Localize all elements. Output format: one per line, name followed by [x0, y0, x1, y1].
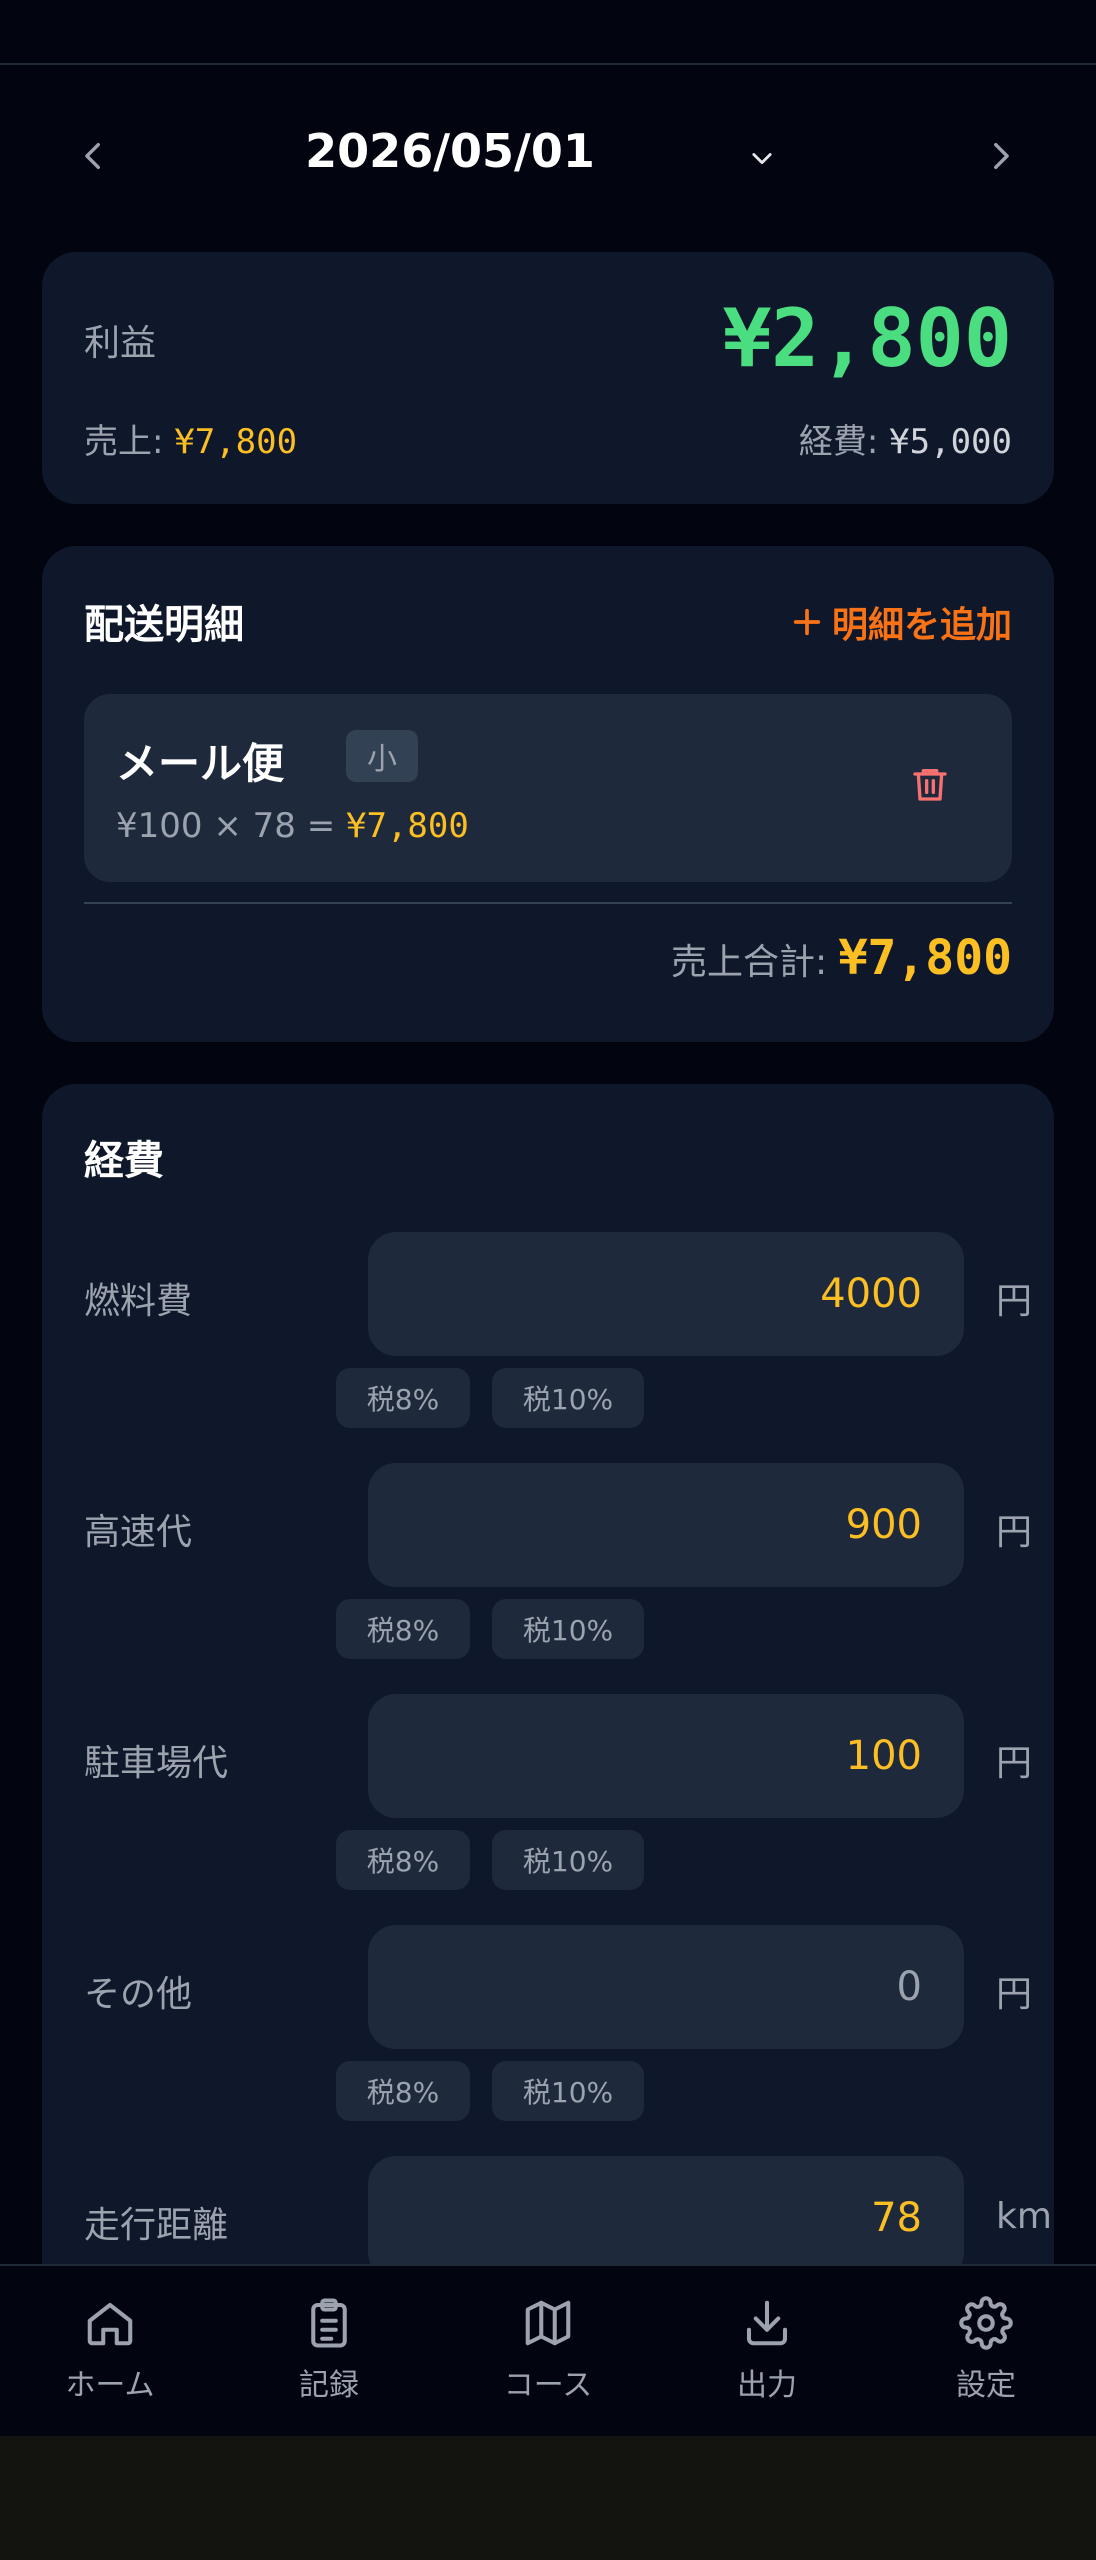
expense-label: その他 — [84, 1974, 193, 2015]
tax8-chip[interactable]: 税8% — [336, 1368, 470, 1428]
date-picker-toggle[interactable] — [736, 132, 788, 184]
tax8-chip[interactable]: 税8% — [336, 1830, 470, 1890]
profit-summary-card: 利益 ¥2,800 売上: ¥7,800 経費: ¥5,000 — [42, 252, 1054, 504]
chevron-left-icon — [85, 142, 100, 170]
tax10-chip[interactable]: 税10% — [492, 1830, 644, 1890]
profit-value: ¥2,800 — [723, 292, 1012, 385]
item-formula: ¥100 × 78 = — [116, 806, 346, 846]
divider — [84, 902, 1012, 904]
expense-value: ¥5,000 — [889, 422, 1012, 462]
profit-label: 利益 — [84, 323, 157, 364]
delivery-item: メール便 小 ¥100 × 78 = ¥7,800 — [84, 694, 1012, 882]
tax10-chip[interactable]: 税10% — [492, 1368, 644, 1428]
item-name: メール便 — [116, 739, 285, 788]
system-bar — [0, 2436, 1096, 2560]
add-item-label: 明細を追加 — [831, 605, 1012, 646]
expenses-title: 経費 — [84, 1138, 164, 1184]
nav-home[interactable]: ホーム — [20, 2296, 200, 2404]
expense-label: 走行距離 — [84, 2205, 229, 2246]
sales-label: 売上: — [84, 422, 175, 462]
unit-label: 円 — [996, 1743, 1033, 1784]
clipboard-icon — [311, 2298, 347, 2348]
tax8-chip[interactable]: 税8% — [336, 1599, 470, 1659]
date-navigator: 2026/05/01 — [0, 100, 1096, 212]
nav-export[interactable]: 出力 — [677, 2296, 857, 2404]
delete-item-button[interactable] — [898, 752, 962, 816]
expense-label: 経費: — [798, 422, 890, 462]
tax8-chip[interactable]: 税8% — [336, 2061, 470, 2121]
item-size-badge: 小 — [346, 730, 418, 782]
nav-records-label: 記録 — [299, 2368, 359, 2403]
expense-summary: 経費: ¥5,000 — [799, 414, 1012, 463]
expense-label: 駐車場代 — [84, 1743, 229, 1784]
expense-label: 高速代 — [84, 1512, 193, 1553]
unit-label: 円 — [996, 1281, 1033, 1322]
top-divider — [0, 63, 1096, 65]
expense-label: 燃料費 — [84, 1281, 193, 1322]
sales-value: ¥7,800 — [174, 422, 298, 462]
nav-settings-label: 設定 — [956, 2368, 1016, 2403]
delivery-details-card: 配送明細 明細を追加 メール便 小 ¥100 × 78 = ¥7,800 売上合… — [42, 546, 1054, 1042]
next-day-button[interactable] — [972, 128, 1028, 184]
nav-settings[interactable]: 設定 — [896, 2296, 1076, 2404]
item-amount: ¥7,800 — [346, 806, 469, 846]
nav-home-label: ホーム — [65, 2368, 155, 2403]
tax10-chip[interactable]: 税10% — [492, 1599, 644, 1659]
trash-icon — [913, 769, 947, 801]
gear-icon — [959, 2296, 1013, 2350]
plus-icon — [793, 608, 821, 636]
home-icon — [87, 2302, 133, 2346]
unit-label: 円 — [996, 1974, 1033, 2015]
chevron-right-icon — [994, 142, 1009, 170]
tax10-chip[interactable]: 税10% — [492, 2061, 644, 2121]
highway-cost-input[interactable]: 900 — [368, 1463, 964, 1587]
sales-total-value: ¥7,800 — [838, 930, 1012, 986]
nav-export-label: 出力 — [737, 2368, 797, 2403]
add-item-button[interactable]: 明細を追加 — [790, 596, 1012, 648]
fuel-cost-input[interactable]: 4000 — [368, 1232, 964, 1356]
previous-day-button[interactable] — [66, 128, 122, 184]
map-icon — [525, 2300, 571, 2346]
download-icon — [746, 2300, 788, 2346]
chevron-down-icon — [752, 153, 772, 165]
nav-course[interactable]: コース — [458, 2296, 638, 2404]
distance-input[interactable]: 78 — [368, 2156, 964, 2280]
parking-cost-input[interactable]: 100 — [368, 1694, 964, 1818]
delivery-title: 配送明細 — [84, 602, 244, 648]
item-calculation: ¥100 × 78 = ¥7,800 — [116, 806, 469, 846]
unit-label: 円 — [996, 1512, 1033, 1553]
nav-course-label: コース — [503, 2368, 593, 2403]
nav-records[interactable]: 記録 — [239, 2296, 419, 2404]
current-date[interactable]: 2026/05/01 — [250, 124, 650, 178]
other-cost-input[interactable]: 0 — [368, 1925, 964, 2049]
sales-total: 売上合計: ¥7,800 — [671, 930, 1012, 986]
sales-summary: 売上: ¥7,800 — [84, 414, 297, 463]
unit-label: km — [996, 2196, 1052, 2237]
bottom-navigation: ホーム 記録 コース 出力 設定 — [0, 2264, 1096, 2436]
sales-total-label: 売上合計: — [671, 942, 839, 983]
